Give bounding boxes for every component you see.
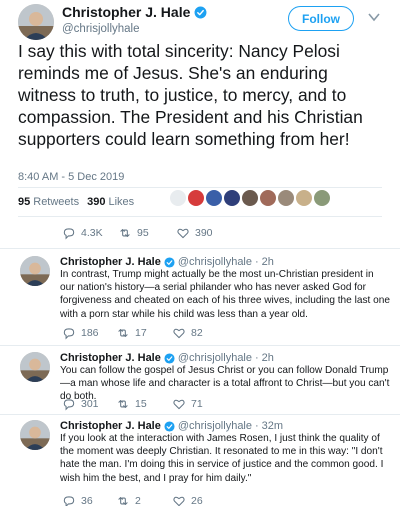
tweet-actions: 186 17 82 [62, 326, 203, 340]
tweet-actions: 4.3K 95 390 [62, 226, 213, 240]
divider [0, 414, 400, 415]
author-handle[interactable]: @chrisjollyhale [178, 352, 252, 364]
like-count: 26 [191, 495, 203, 506]
retweet-button[interactable]: 95 [118, 226, 176, 240]
retweet-icon [118, 496, 128, 506]
chevron-down-icon[interactable] [368, 12, 380, 22]
retweet-button[interactable]: 17 [116, 326, 172, 340]
retweet-icon [118, 328, 128, 338]
reply-icon [63, 328, 75, 340]
engagement-stats: 95 Retweets 390 Likes [18, 196, 134, 208]
liker-avatar[interactable] [188, 190, 204, 206]
author-name[interactable]: Christopher J. Hale [60, 420, 161, 432]
reply-count: 301 [81, 398, 99, 410]
avatar[interactable] [20, 352, 50, 382]
like-button[interactable]: 390 [176, 226, 213, 240]
like-button[interactable]: 26 [172, 494, 203, 506]
retweets-count[interactable]: 95 [18, 196, 30, 208]
like-count: 71 [191, 398, 203, 410]
verified-badge-icon [164, 420, 175, 432]
reply-count: 186 [81, 327, 99, 339]
separator-dot: · [255, 352, 259, 364]
reply-tweet: Christopher J. Hale @chrisjollyhale · 32… [0, 420, 400, 506]
divider [18, 187, 382, 188]
separator-dot: · [255, 256, 259, 268]
reply-count: 36 [81, 495, 93, 506]
likes-count[interactable]: 390 [87, 196, 105, 208]
tweet-actions: 36 2 26 [62, 494, 203, 506]
author-name[interactable]: Christopher J. Hale [60, 256, 161, 268]
like-icon [173, 496, 185, 506]
author-name[interactable]: Christopher J. Hale [60, 352, 161, 364]
retweet-button[interactable]: 15 [116, 397, 172, 411]
author-handle[interactable]: @chrisjollyhale [62, 23, 207, 35]
reply-tweet: Christopher J. Hale @chrisjollyhale · 2h… [0, 352, 400, 414]
verified-badge-icon [194, 6, 207, 18]
divider [0, 248, 400, 249]
tweet-timestamp[interactable]: 8:40 AM - 5 Dec 2019 [18, 171, 124, 183]
like-button[interactable]: 82 [172, 326, 203, 340]
retweets-label[interactable]: Retweets [33, 196, 79, 208]
author-name[interactable]: Christopher J. Hale [62, 4, 190, 20]
retweet-count: 95 [137, 227, 149, 239]
reply-icon [63, 496, 75, 506]
verified-badge-icon [164, 352, 175, 364]
retweet-icon [118, 399, 128, 409]
retweet-count: 17 [135, 327, 147, 339]
likes-label[interactable]: Likes [108, 196, 134, 208]
reply-button[interactable]: 301 [62, 397, 116, 411]
avatar[interactable] [20, 420, 50, 450]
reply-icon [63, 399, 75, 411]
like-count: 82 [191, 327, 203, 339]
liker-avatar[interactable] [314, 190, 330, 206]
divider [0, 345, 400, 346]
reply-button[interactable]: 186 [62, 326, 116, 340]
like-icon [173, 399, 185, 410]
tweet-actions: 301 15 71 [62, 397, 203, 411]
liker-avatar[interactable] [260, 190, 276, 206]
liker-avatar[interactable] [296, 190, 312, 206]
like-button[interactable]: 71 [172, 397, 203, 411]
like-icon [173, 328, 185, 339]
reply-count: 4.3K [81, 227, 103, 239]
reply-button[interactable]: 36 [62, 494, 116, 506]
avatar[interactable] [20, 256, 50, 286]
verified-badge-icon [164, 256, 175, 268]
follow-button[interactable]: Follow [288, 6, 354, 31]
separator-dot: · [255, 420, 259, 432]
author-handle[interactable]: @chrisjollyhale [178, 420, 252, 432]
liker-avatar[interactable] [170, 190, 186, 206]
tweet-text: In contrast, Trump might actually be the… [60, 269, 390, 320]
retweet-icon [120, 228, 130, 238]
liker-avatars [170, 190, 330, 206]
reply-tweet: Christopher J. Hale @chrisjollyhale · 2h… [0, 256, 400, 346]
retweet-button[interactable]: 2 [116, 494, 172, 506]
retweet-count: 2 [135, 495, 141, 506]
liker-avatar[interactable] [242, 190, 258, 206]
liker-avatar[interactable] [206, 190, 222, 206]
like-count: 390 [195, 227, 213, 239]
tweet-text: If you look at the interaction with Jame… [60, 433, 384, 484]
tweet-age[interactable]: 2h [262, 352, 274, 364]
tweet-age[interactable]: 32m [262, 420, 283, 432]
retweet-count: 15 [135, 398, 147, 410]
main-tweet: Christopher J. Hale @chrisjollyhale Foll… [0, 0, 400, 248]
author-handle[interactable]: @chrisjollyhale [178, 256, 252, 268]
tweet-age[interactable]: 2h [262, 256, 274, 268]
divider [18, 216, 382, 217]
reply-icon [63, 228, 75, 240]
liker-avatar[interactable] [278, 190, 294, 206]
reply-button[interactable]: 4.3K [62, 226, 118, 240]
avatar[interactable] [18, 4, 54, 40]
like-icon [177, 228, 189, 239]
tweet-text: I say this with total sincerity: Nancy P… [18, 41, 363, 149]
liker-avatar[interactable] [224, 190, 240, 206]
